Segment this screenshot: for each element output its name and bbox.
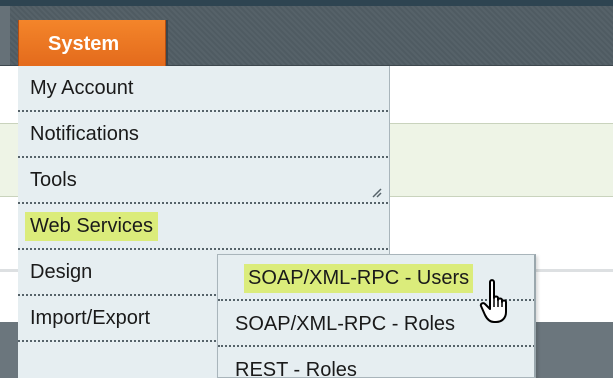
submenu-item-label: REST - Roles [235,359,357,378]
menu-item-label: Tools [30,169,77,191]
nav-tab-system-label: System [48,33,120,55]
submenu-item-label: SOAP/XML-RPC - Roles [235,313,456,335]
submenu-item-rest-roles[interactable]: REST - Roles [218,347,534,378]
nav-bar-edge [0,6,10,65]
nav-tab-system[interactable]: System [18,20,166,67]
resize-grip-icon [372,188,382,198]
menu-item-label: My Account [30,77,134,99]
menu-item-label: Import/Export [30,307,151,329]
menu-item-label: Notifications [30,123,139,145]
menu-item-label: Design [30,261,93,283]
menu-item-label: Web Services [25,212,159,241]
menu-item-my-account[interactable]: My Account [18,66,388,112]
submenu-item-soap-users[interactable]: SOAP/XML-RPC - Users [218,255,534,301]
web-services-submenu: SOAP/XML-RPC - Users SOAP/XML-RPC - Role… [217,254,536,378]
menu-item-web-services[interactable]: Web Services [18,204,388,250]
submenu-item-label: SOAP/XML-RPC - Users [244,264,474,293]
nav-divider [166,20,168,65]
menu-item-notifications[interactable]: Notifications [18,112,388,158]
menu-item-tools[interactable]: Tools [18,158,388,204]
submenu-item-soap-roles[interactable]: SOAP/XML-RPC - Roles [218,301,534,347]
